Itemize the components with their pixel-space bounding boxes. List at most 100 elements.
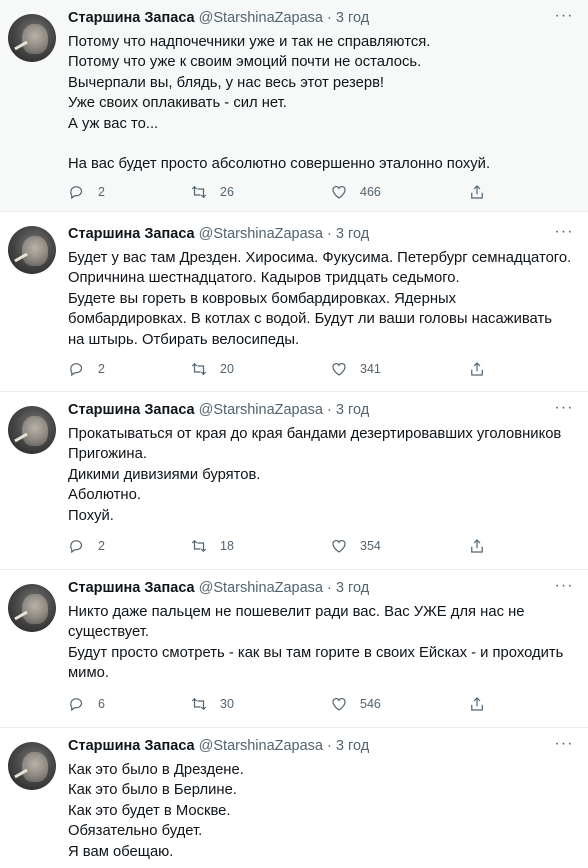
- timestamp[interactable]: 3 год: [336, 580, 369, 596]
- more-options-icon[interactable]: ···: [554, 576, 574, 596]
- retweet-button[interactable]: 20: [190, 358, 234, 380]
- tweet-actions: 6 30 546: [68, 693, 498, 715]
- reply-count: 2: [98, 362, 105, 376]
- more-options-icon[interactable]: ···: [554, 398, 574, 418]
- avatar[interactable]: [8, 584, 56, 632]
- reply-count: 2: [98, 539, 105, 553]
- separator-dot: ·: [327, 226, 332, 242]
- avatar[interactable]: [8, 14, 56, 62]
- reply-icon: [70, 186, 83, 200]
- separator-dot: ·: [327, 402, 332, 418]
- separator-dot: ·: [327, 10, 332, 26]
- like-button[interactable]: 354: [330, 535, 381, 557]
- avatar[interactable]: [8, 406, 56, 454]
- text-line: А уж вас то...: [68, 115, 159, 132]
- tweet-text: Никто даже пальцем не пошевелит ради вас…: [68, 602, 580, 684]
- timestamp[interactable]: 3 год: [336, 10, 369, 26]
- like-button[interactable]: 546: [330, 693, 381, 715]
- like-button[interactable]: 466: [330, 181, 381, 203]
- tweet-text: Будет у вас там Дрезден. Хиросима. Фукус…: [68, 248, 580, 350]
- tweet-header: Старшина Запаса @StarshinaZapasa · 3 год: [68, 736, 548, 756]
- text-line: Пригожина.: [68, 446, 147, 463]
- author-name[interactable]: Старшина Запаса: [68, 10, 195, 26]
- share-button[interactable]: [468, 535, 498, 557]
- more-options-icon[interactable]: ···: [554, 222, 574, 242]
- tweet-text: Как это было в Дрездене. Как это было в …: [68, 760, 580, 862]
- text-line: существует.: [68, 624, 149, 641]
- tweet-text: Прокатываться от края до края бандами де…: [68, 424, 580, 526]
- author-handle[interactable]: @StarshinaZapasa: [199, 402, 323, 418]
- text-line: Будет у вас там Дрезден. Хиросима. Фукус…: [68, 250, 572, 266]
- text-line: Вычерпали вы, блядь, у нас весь этот рез…: [68, 74, 385, 91]
- author-handle[interactable]: @StarshinaZapasa: [199, 10, 323, 26]
- tweet[interactable]: Старшина Запаса @StarshinaZapasa · 3 год…: [0, 570, 588, 728]
- text-line: Прокатываться от края до края бандами де…: [68, 426, 562, 442]
- text-line: Аболютно.: [68, 487, 141, 504]
- tweet-header: Старшина Запаса @StarshinaZapasa · 3 год: [68, 224, 548, 244]
- author-name[interactable]: Старшина Запаса: [68, 402, 195, 418]
- retweet-button[interactable]: 30: [190, 693, 234, 715]
- share-button[interactable]: [468, 358, 498, 380]
- tweet-actions: 2 26 466: [68, 181, 498, 203]
- tweet-actions: 2 18 354: [68, 535, 498, 557]
- author-name[interactable]: Старшина Запаса: [68, 226, 195, 242]
- text-line: Обязательно будет.: [68, 823, 203, 840]
- more-options-icon[interactable]: ···: [554, 734, 574, 754]
- reply-icon: [70, 363, 83, 377]
- author-name[interactable]: Старшина Запаса: [68, 580, 195, 596]
- reply-button[interactable]: 2: [68, 535, 105, 557]
- reply-icon: [70, 698, 83, 712]
- text-line: Потому что уже к своим эмоций почти не о…: [68, 54, 422, 71]
- more-options-icon[interactable]: ···: [554, 6, 574, 26]
- tweet[interactable]: Старшина Запаса @StarshinaZapasa · 3 год…: [0, 392, 588, 570]
- retweet-count: 30: [220, 697, 234, 711]
- share-icon: [471, 539, 483, 553]
- reply-count: 6: [98, 697, 105, 711]
- tweet-header: Старшина Запаса @StarshinaZapasa · 3 год: [68, 578, 548, 598]
- text-line: Будут просто смотреть - как вы там горит…: [68, 644, 564, 661]
- share-icon: [471, 185, 483, 199]
- timestamp[interactable]: 3 год: [336, 226, 369, 242]
- text-line: бомбардировках. В котлах с водой. Будут …: [68, 311, 552, 328]
- author-name[interactable]: Старшина Запаса: [68, 738, 195, 754]
- heart-icon: [332, 363, 346, 376]
- avatar[interactable]: [8, 226, 56, 274]
- text-line: Опричнина шестнадцатого. Кадыров тридцат…: [68, 270, 460, 287]
- text-line: На вас будет просто абсолютно совершенно…: [68, 156, 491, 173]
- text-line: Похуй.: [68, 507, 114, 524]
- author-handle[interactable]: @StarshinaZapasa: [199, 738, 323, 754]
- timestamp[interactable]: 3 год: [336, 402, 369, 418]
- text-line: Как это будет в Москве.: [68, 802, 231, 819]
- tweet-header: Старшина Запаса @StarshinaZapasa · 3 год: [68, 400, 548, 420]
- author-handle[interactable]: @StarshinaZapasa: [199, 580, 323, 596]
- share-button[interactable]: [468, 693, 498, 715]
- retweet-button[interactable]: 26: [190, 181, 234, 203]
- retweet-count: 20: [220, 362, 234, 376]
- retweet-button[interactable]: 18: [190, 535, 234, 557]
- like-button[interactable]: 341: [330, 358, 381, 380]
- tweet-text: Потому что надпочечники уже и так не спр…: [68, 32, 580, 174]
- text-line: Потому что надпочечники уже и так не спр…: [68, 34, 431, 50]
- retweet-icon: [191, 697, 207, 711]
- text-line: Как это было в Дрездене.: [68, 762, 244, 778]
- author-handle[interactable]: @StarshinaZapasa: [199, 226, 323, 242]
- reply-button[interactable]: 6: [68, 693, 105, 715]
- text-line: Уже своих оплакивать - сил нет.: [68, 95, 287, 112]
- reply-icon: [70, 540, 83, 554]
- tweet[interactable]: Старшина Запаса @StarshinaZapasa · 3 год…: [0, 0, 588, 212]
- retweet-icon: [191, 539, 207, 553]
- share-icon: [471, 697, 483, 711]
- tweet[interactable]: Старшина Запаса @StarshinaZapasa · 3 год…: [0, 212, 588, 392]
- tweet[interactable]: Старшина Запаса @StarshinaZapasa · 3 год…: [0, 728, 588, 868]
- text-line: Никто даже пальцем не пошевелит ради вас…: [68, 604, 525, 620]
- reply-button[interactable]: 2: [68, 358, 105, 380]
- text-line: Я вам обещаю.: [68, 843, 174, 860]
- heart-icon: [332, 186, 346, 199]
- separator-dot: ·: [327, 580, 332, 596]
- avatar[interactable]: [8, 742, 56, 790]
- retweet-count: 18: [220, 539, 234, 553]
- reply-button[interactable]: 2: [68, 181, 105, 203]
- share-button[interactable]: [468, 181, 498, 203]
- tweet-header: Старшина Запаса @StarshinaZapasa · 3 год: [68, 8, 548, 28]
- timestamp[interactable]: 3 год: [336, 738, 369, 754]
